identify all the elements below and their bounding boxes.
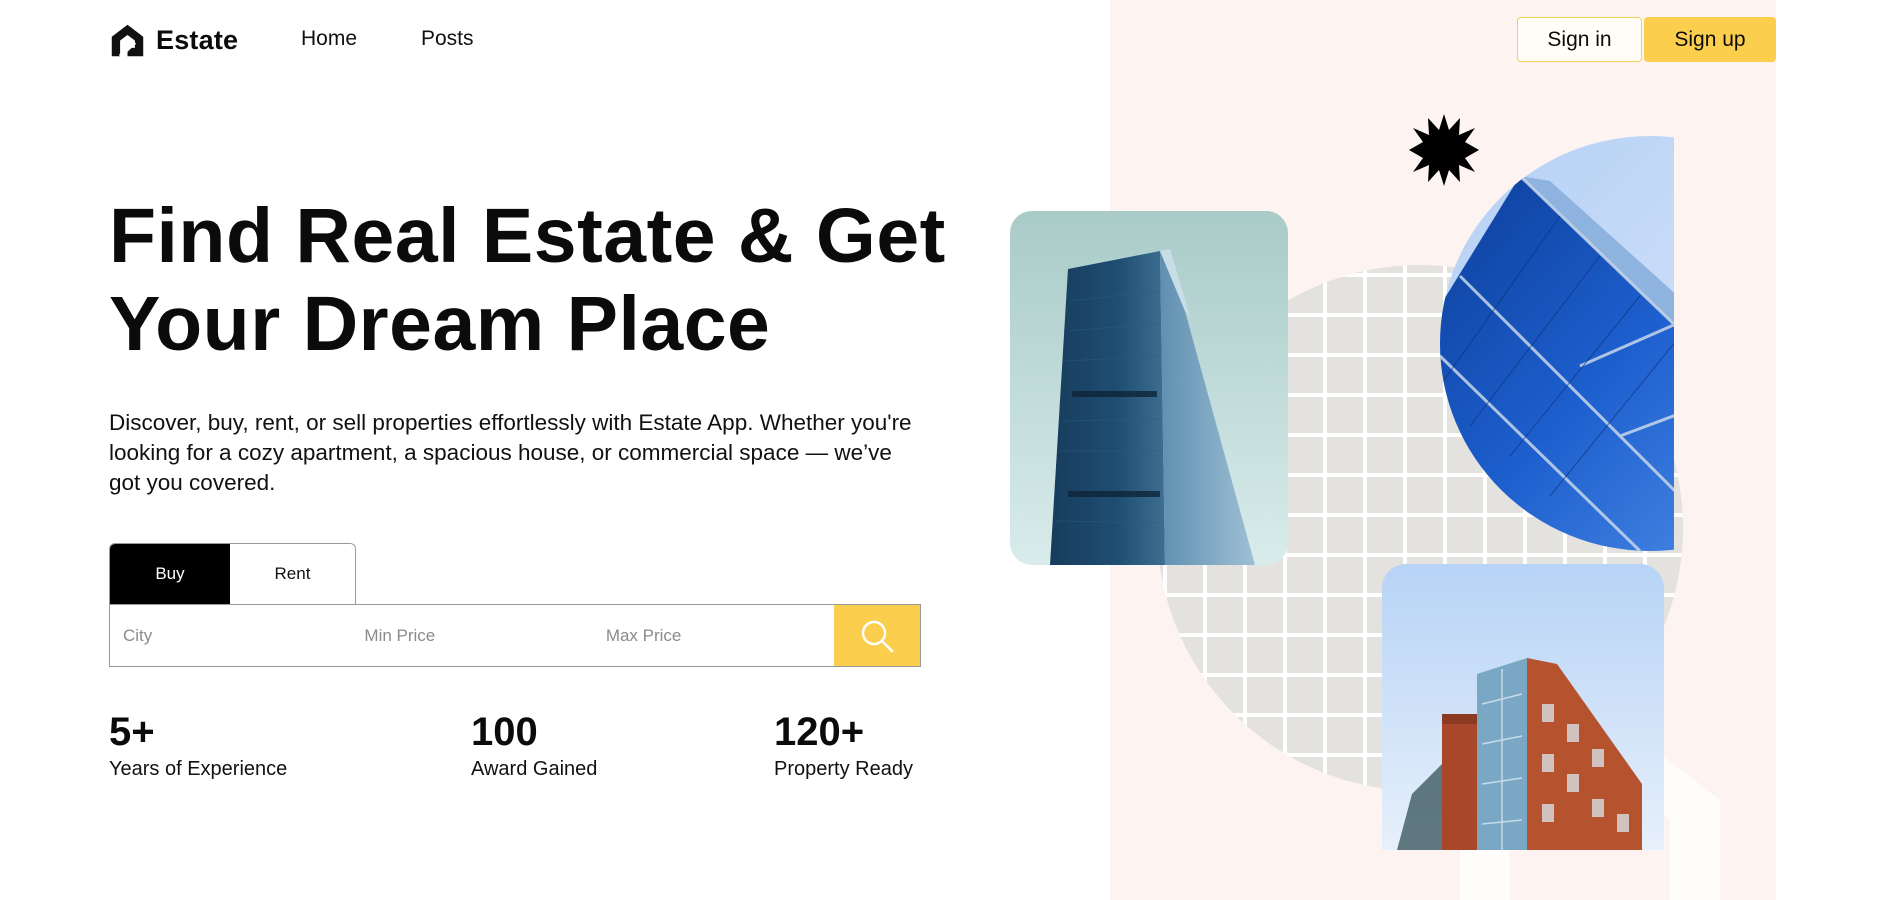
stat-awards: 100 Award Gained — [471, 708, 597, 782]
stat-label: Years of Experience — [109, 758, 288, 780]
brick-building-image — [1382, 564, 1664, 850]
tab-buy[interactable]: Buy — [110, 544, 230, 604]
hero-title-line-2: Your Dream Place — [109, 281, 771, 367]
search-icon — [861, 620, 894, 652]
sign-up-button[interactable]: Sign up — [1644, 17, 1776, 62]
hero-title-line-1: Find Real Estate & Get — [109, 193, 946, 279]
stat-label: Award Gained — [471, 758, 598, 780]
starburst-icon — [1409, 114, 1479, 186]
sign-in-button[interactable]: Sign in — [1517, 17, 1642, 62]
stat-value: 120+ — [774, 710, 865, 754]
property-search-bar — [109, 604, 921, 667]
search-mode-tabs: Buy Rent — [109, 543, 356, 604]
stat-value: 5+ — [109, 710, 155, 754]
stat-experience: 5+ Years of Experience — [109, 708, 287, 782]
nav-home-link[interactable]: Home — [301, 27, 357, 51]
hero-title: Find Real Estate & Get Your Dream Place — [109, 192, 1009, 368]
city-input[interactable] — [110, 605, 352, 666]
stat-properties: 120+ Property Ready — [774, 708, 913, 782]
brand-name: Estate — [156, 25, 239, 55]
hero-description: Discover, buy, rent, or sell properties … — [109, 410, 912, 495]
nav-posts-link[interactable]: Posts — [421, 27, 474, 51]
tower-building-image — [1010, 211, 1288, 565]
min-price-input[interactable] — [351, 605, 593, 666]
tab-rent[interactable]: Rent — [230, 544, 355, 604]
brand-logo[interactable]: Estate — [109, 22, 238, 59]
stat-label: Property Ready — [774, 758, 913, 780]
estate-logo-icon — [111, 24, 144, 58]
max-price-input[interactable] — [592, 605, 835, 666]
stat-value: 100 — [471, 710, 538, 754]
search-button[interactable] — [834, 605, 920, 666]
